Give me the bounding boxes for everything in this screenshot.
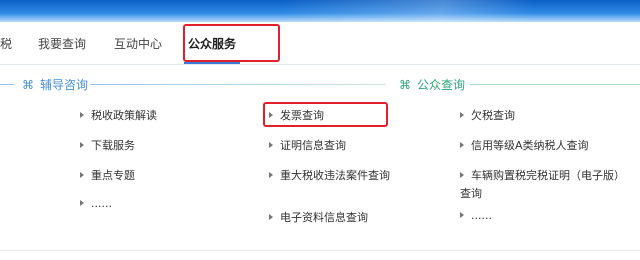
tab-my-query[interactable]: 我要查询 bbox=[38, 35, 86, 52]
header-banner bbox=[0, 0, 640, 22]
triangle-bullet-icon bbox=[80, 200, 84, 206]
list-item[interactable]: 欠税查询 bbox=[460, 107, 515, 123]
section-label-public-query: ⌘ 公众查询 bbox=[399, 76, 465, 93]
section-title-public-query: 公众查询 bbox=[417, 78, 466, 92]
triangle-bullet-icon bbox=[460, 142, 464, 148]
banner-wave-decoration bbox=[280, 0, 640, 22]
triangle-bullet-icon bbox=[80, 112, 84, 118]
command-icon: ⌘ bbox=[399, 78, 411, 92]
divider-left-start bbox=[0, 84, 14, 85]
triangle-bullet-icon bbox=[460, 212, 464, 218]
section-label-guidance: ⌘ 辅导咨询 bbox=[22, 76, 88, 93]
command-icon: ⌘ bbox=[22, 78, 34, 92]
triangle-bullet-icon bbox=[269, 172, 273, 178]
divider-middle bbox=[90, 84, 386, 85]
triangle-bullet-icon bbox=[269, 142, 273, 148]
list-item[interactable]: 车辆购置税完税证明（电子版）查询 bbox=[460, 167, 628, 203]
list-item[interactable]: 重大税收违法案件查询 bbox=[269, 167, 390, 183]
list-item[interactable]: 重点专题 bbox=[80, 167, 135, 183]
section-title-guidance: 辅导咨询 bbox=[40, 78, 89, 92]
triangle-bullet-icon bbox=[460, 112, 464, 118]
list-item[interactable]: 信用等级A类纳税人查询 bbox=[460, 137, 589, 153]
highlight-box-tab bbox=[183, 24, 280, 62]
tab-partial[interactable]: 税 bbox=[0, 35, 12, 52]
tab-interaction-center[interactable]: 互动中心 bbox=[114, 35, 162, 52]
triangle-bullet-icon bbox=[460, 172, 464, 178]
divider-right bbox=[470, 84, 640, 85]
list-item[interactable]: 税收政策解读 bbox=[80, 107, 157, 123]
triangle-bullet-icon bbox=[80, 142, 84, 148]
list-item[interactable]: 下载服务 bbox=[80, 137, 135, 153]
list-item[interactable]: 证明信息查询 bbox=[269, 137, 346, 153]
list-item[interactable]: ...... bbox=[80, 197, 112, 210]
list-item[interactable]: 电子资料信息查询 bbox=[269, 209, 368, 225]
active-tab-underline bbox=[184, 62, 240, 64]
bottom-divider bbox=[0, 250, 640, 251]
highlight-box-invoice bbox=[263, 102, 388, 127]
triangle-bullet-icon bbox=[80, 172, 84, 178]
triangle-bullet-icon bbox=[269, 214, 273, 220]
list-item[interactable]: ...... bbox=[460, 209, 492, 222]
main-nav: 税 我要查询 互动中心 公众服务 bbox=[0, 22, 640, 65]
